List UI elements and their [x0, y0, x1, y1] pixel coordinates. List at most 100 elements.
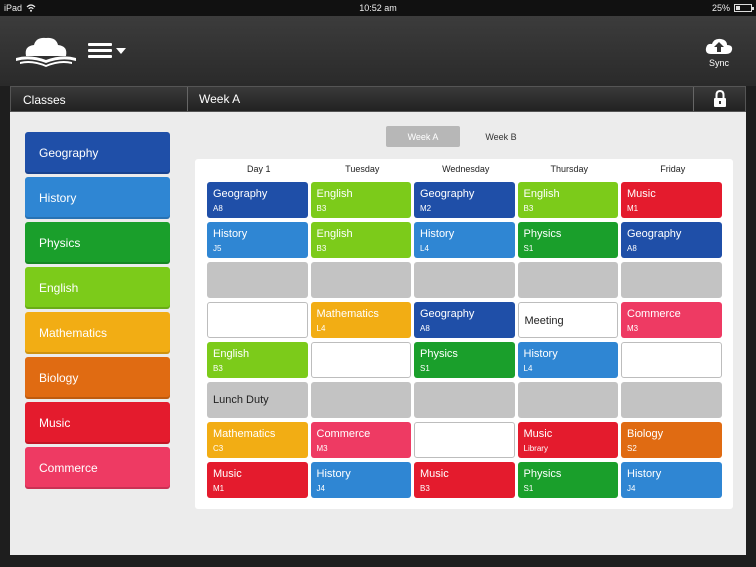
lesson-subject: Commerce	[316, 428, 371, 440]
lesson-cell-geography[interactable]: Geography A8	[414, 302, 515, 338]
lock-button[interactable]	[693, 87, 745, 111]
free-period-cell[interactable]	[621, 382, 722, 418]
day-header: Day 1	[246, 164, 271, 174]
lesson-subject: English	[523, 188, 560, 200]
class-button-commerce[interactable]: Commerce	[25, 447, 170, 489]
lesson-cell-english[interactable]: English B3	[310, 222, 411, 258]
free-period-cell[interactable]	[414, 382, 515, 418]
class-button-physics[interactable]: Physics	[25, 222, 170, 264]
lesson-subject: Geography	[627, 228, 682, 240]
sync-button[interactable]: Sync	[700, 36, 738, 68]
lesson-subject: English	[316, 228, 353, 240]
lesson-cell-music[interactable]: Music M1	[207, 462, 308, 498]
lesson-cell-biology[interactable]: Biology S2	[621, 422, 722, 458]
lesson-subject: Commerce	[627, 308, 681, 320]
note-cell-lunch-duty[interactable]: Lunch Duty	[207, 382, 308, 418]
lesson-room: C3	[213, 444, 224, 453]
lesson-room: B3	[316, 204, 327, 213]
lesson-subject: Mathematics	[316, 308, 379, 320]
class-button-music[interactable]: Music	[25, 402, 170, 444]
timetable-grid: Geography A8 English B3 Geography M2 English B3…	[207, 182, 722, 498]
lesson-room: B3	[523, 204, 534, 213]
note-text: Meeting	[524, 315, 564, 327]
lesson-cell-physics[interactable]: Physics S1	[517, 222, 618, 258]
chevron-down-icon	[116, 47, 126, 54]
lesson-cell-history[interactable]: History J4	[310, 462, 411, 498]
class-button-mathematics[interactable]: Mathematics	[25, 312, 170, 354]
empty-period-cell[interactable]	[414, 422, 515, 458]
free-period-cell[interactable]	[310, 382, 411, 418]
lesson-subject: Mathematics	[213, 428, 276, 440]
lesson-cell-commerce[interactable]: Commerce M3	[310, 422, 411, 458]
day-header: Tuesday	[345, 164, 380, 174]
day-header: Wednesday	[442, 164, 490, 174]
lesson-subject: Physics	[523, 228, 562, 240]
lesson-room: A8	[213, 204, 223, 213]
sync-label: Sync	[708, 58, 729, 68]
lesson-room: A8	[627, 244, 637, 253]
lesson-cell-music[interactable]: Music M1	[621, 182, 722, 218]
lesson-subject: Music	[213, 468, 242, 480]
lesson-cell-history[interactable]: History L4	[517, 342, 618, 378]
class-button-history[interactable]: History	[25, 177, 170, 219]
free-period-cell[interactable]	[517, 262, 618, 298]
lesson-room: B3	[213, 364, 223, 373]
lesson-cell-english[interactable]: English B3	[310, 182, 411, 218]
class-button-biology[interactable]: Biology	[25, 357, 170, 399]
empty-period-cell[interactable]	[621, 342, 722, 378]
lesson-cell-history[interactable]: History L4	[414, 222, 515, 258]
class-button-english[interactable]: English	[25, 267, 170, 309]
lesson-cell-music[interactable]: Music B3	[414, 462, 515, 498]
lesson-room: L4	[420, 244, 429, 253]
free-period-cell[interactable]	[414, 262, 515, 298]
week-toggle: Week A Week B	[386, 126, 538, 147]
empty-period-cell[interactable]	[310, 342, 411, 378]
empty-period-cell[interactable]	[207, 302, 308, 338]
menu-button[interactable]	[88, 40, 126, 61]
lesson-subject: English	[213, 348, 250, 360]
lesson-room: J4	[627, 484, 636, 493]
lesson-cell-history[interactable]: History J4	[621, 462, 722, 498]
day-header: Thursday	[550, 164, 589, 174]
lesson-subject: History	[627, 468, 662, 480]
lesson-cell-physics[interactable]: Physics S1	[414, 342, 515, 378]
lesson-cell-geography[interactable]: Geography A8	[621, 222, 722, 258]
lesson-room: L4	[316, 324, 326, 333]
lesson-cell-geography[interactable]: Geography M2	[414, 182, 515, 218]
free-period-cell[interactable]	[621, 262, 722, 298]
lesson-cell-geography[interactable]: Geography A8	[207, 182, 308, 218]
lesson-cell-english[interactable]: English B3	[207, 342, 308, 378]
lesson-subject: Physics	[420, 348, 458, 360]
lesson-room: S1	[420, 364, 430, 373]
lesson-cell-music[interactable]: Music Library	[517, 422, 618, 458]
class-button-geography[interactable]: Geography	[25, 132, 170, 174]
tab-week-b[interactable]: Week B	[464, 126, 538, 147]
lesson-room: B3	[420, 484, 430, 493]
lesson-cell-physics[interactable]: Physics S1	[517, 462, 618, 498]
lesson-subject: Biology	[627, 428, 664, 440]
lesson-subject: History	[523, 348, 558, 360]
lesson-room: M2	[420, 204, 432, 213]
lesson-room: B3	[316, 244, 327, 253]
note-text: Lunch Duty	[213, 394, 269, 406]
lesson-subject: Music	[627, 188, 656, 200]
lesson-subject: History	[420, 228, 455, 240]
free-period-cell[interactable]	[207, 262, 308, 298]
tab-week-a[interactable]: Week A	[386, 126, 460, 147]
lesson-room: M1	[213, 484, 225, 493]
lesson-cell-english[interactable]: English B3	[517, 182, 618, 218]
free-period-cell[interactable]	[310, 262, 411, 298]
lesson-cell-history[interactable]: History J5	[207, 222, 308, 258]
note-cell-meeting[interactable]: Meeting	[517, 302, 618, 338]
lesson-room: L4	[523, 364, 533, 373]
status-bar: iPad 10:52 am 25%	[0, 0, 756, 16]
lesson-subject: Music	[523, 428, 553, 440]
lesson-cell-mathematics[interactable]: Mathematics L4	[310, 302, 411, 338]
free-period-cell[interactable]	[517, 382, 618, 418]
header-bar: Classes Week A	[10, 86, 746, 112]
lesson-subject: Music	[420, 468, 449, 480]
lesson-cell-mathematics[interactable]: Mathematics C3	[207, 422, 308, 458]
lesson-subject: History	[316, 468, 351, 480]
lesson-cell-commerce[interactable]: Commerce M3	[621, 302, 722, 338]
cloud-upload-icon	[705, 38, 733, 54]
